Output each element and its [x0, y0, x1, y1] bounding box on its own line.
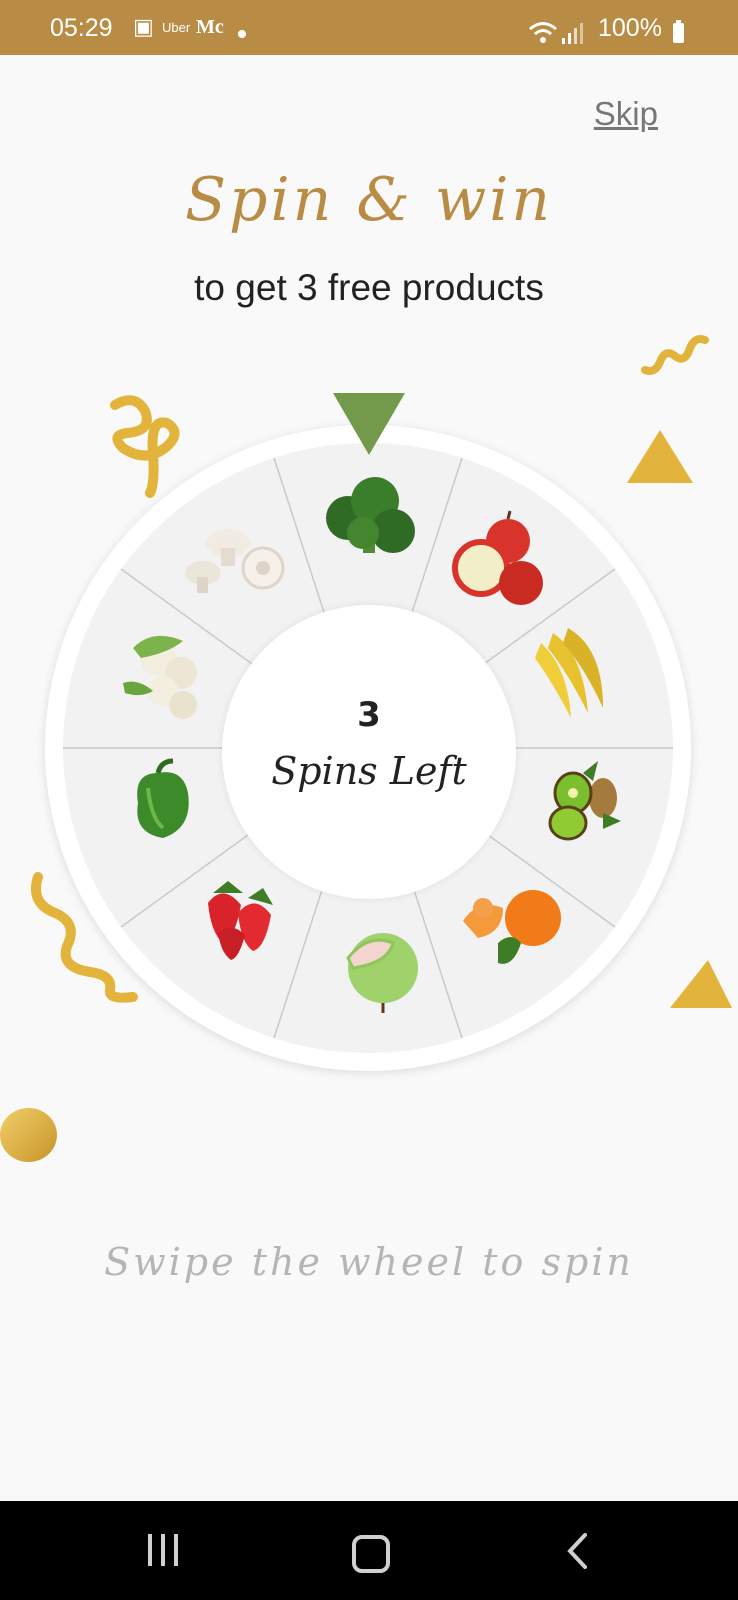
home-button[interactable] [352, 1535, 390, 1573]
mc-notification-icon: Mc [196, 16, 224, 39]
mushrooms-icon [185, 529, 283, 593]
gold-triangle-decoration [625, 428, 695, 488]
apples-icon [455, 511, 543, 605]
gallery-icon: ▣ [133, 14, 154, 40]
battery-percent: 100% [598, 14, 662, 43]
clock: 05:29 [50, 14, 113, 43]
spins-count: 3 [222, 695, 516, 735]
gold-squiggle-decoration [640, 330, 710, 378]
page-subtitle: to get 3 free products [0, 267, 738, 309]
strawberries-icon [208, 881, 273, 960]
wheel-pointer [333, 393, 405, 455]
broccoli-icon [326, 477, 415, 553]
recents-button[interactable] [148, 1534, 187, 1570]
wheel-hub[interactable]: 3 Spins Left [222, 605, 516, 899]
back-button[interactable] [565, 1531, 590, 1571]
system-nav-bar [0, 1501, 738, 1600]
swipe-hint: Swipe the wheel to spin [0, 1240, 738, 1284]
green-pepper-icon [137, 761, 189, 838]
uber-notification-icon: Uber [162, 20, 190, 35]
oranges-icon [463, 890, 561, 964]
more-notifications-dot [238, 30, 246, 38]
status-bar: 05:29 ▣ Uber Mc 100% [0, 0, 738, 55]
kiwi-icon [550, 761, 621, 839]
battery-icon [673, 23, 684, 43]
spins-left-label: Spins Left [222, 749, 516, 793]
cauliflower-icon [123, 636, 197, 719]
skip-link[interactable]: Skip [594, 95, 658, 133]
bananas-icon [535, 628, 603, 718]
page-title: Spin & win [0, 165, 738, 235]
gold-circle-decoration [0, 1108, 57, 1162]
guava-icon [348, 933, 418, 1013]
signal-icon [560, 20, 584, 51]
wifi-icon [528, 20, 558, 51]
gold-triangle-decoration-2 [668, 958, 734, 1010]
gold-ribbon-decoration [105, 393, 185, 498]
